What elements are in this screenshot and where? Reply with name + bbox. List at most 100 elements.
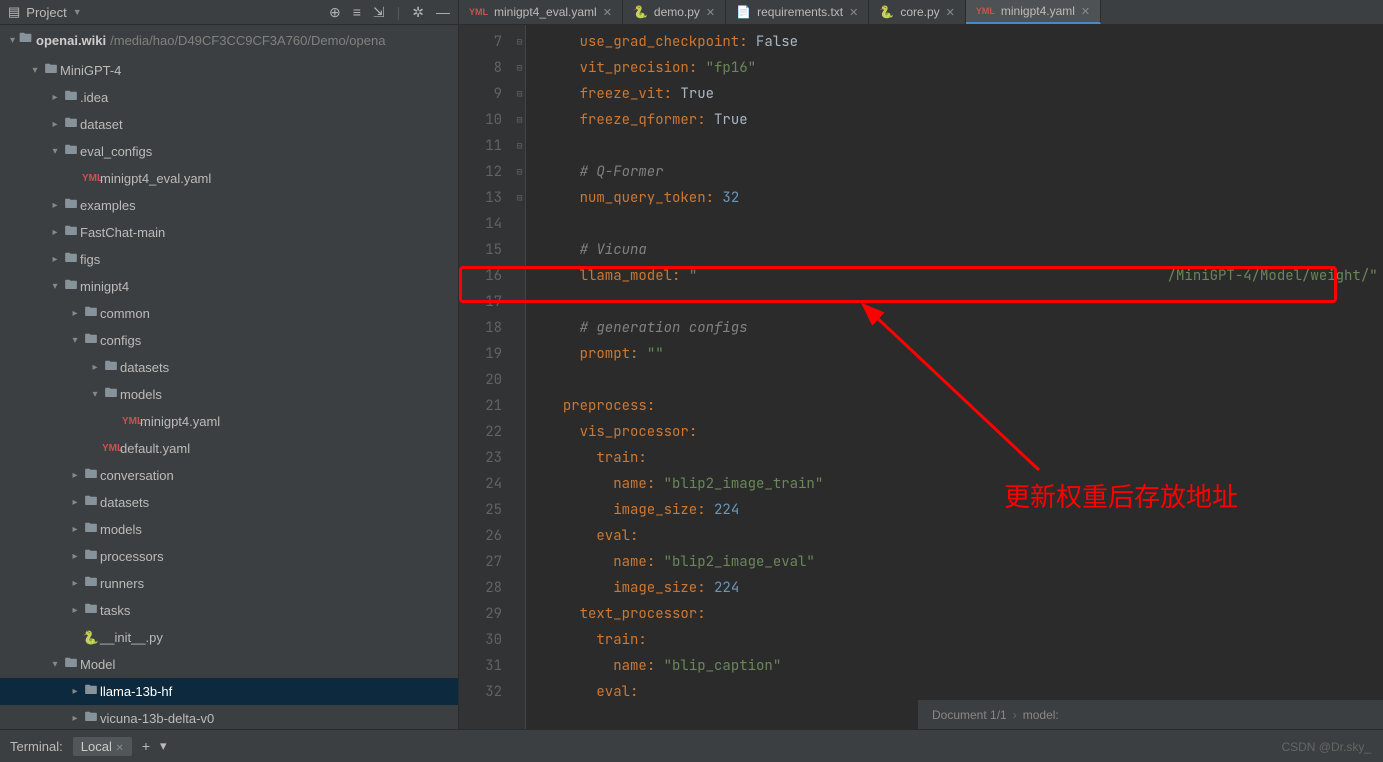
expand-arrow-icon[interactable]: ▸ [48, 254, 62, 265]
code-line[interactable]: train: [546, 627, 1383, 653]
tree-item[interactable]: ▾🖿eval_configs [0, 138, 458, 165]
tree-item[interactable]: ▾🖿Model [0, 651, 458, 678]
code-line[interactable]: # generation configs [546, 315, 1383, 341]
code-line[interactable]: name: "blip2_image_train" [546, 471, 1383, 497]
tree-item[interactable]: ▸🖿figs [0, 246, 458, 273]
tree-item[interactable]: ▸🖿datasets [0, 354, 458, 381]
code-line[interactable]: name: "blip_caption" [546, 653, 1383, 679]
terminal-title[interactable]: Terminal: [10, 739, 63, 754]
expand-arrow-icon[interactable]: ▾ [28, 65, 42, 76]
code-line[interactable]: train: [546, 445, 1383, 471]
close-icon[interactable]: ✕ [603, 6, 612, 19]
code-line[interactable] [546, 367, 1383, 393]
code-line[interactable] [546, 133, 1383, 159]
code-line[interactable] [546, 289, 1383, 315]
chevron-down-icon[interactable]: ▾ [10, 35, 15, 46]
code-line[interactable]: freeze_qformer: True [546, 107, 1383, 133]
tree-item[interactable]: ▸🖿conversation [0, 462, 458, 489]
locate-icon[interactable]: ⊕ [329, 4, 341, 21]
expand-arrow-icon[interactable]: ▸ [48, 92, 62, 103]
editor-tab[interactable]: YMLminigpt4.yaml✕ [966, 0, 1101, 24]
code-line[interactable]: num_query_token: 32 [546, 185, 1383, 211]
code-line[interactable]: prompt: "" [546, 341, 1383, 367]
expand-arrow-icon[interactable]: ▸ [88, 362, 102, 373]
tree-item[interactable]: ▸🖿datasets [0, 489, 458, 516]
expand-icon[interactable]: ≡ [353, 4, 361, 20]
fold-gutter: ⊟⊟⊟⊟⊟⊟⊟ [514, 25, 526, 729]
tree-item-label: __init__.py [100, 630, 163, 645]
code-line[interactable]: image_size: 224 [546, 497, 1383, 523]
expand-arrow-icon[interactable]: ▾ [48, 659, 62, 670]
tree-item[interactable]: ▾🖿configs [0, 327, 458, 354]
expand-arrow-icon[interactable]: ▸ [48, 119, 62, 130]
tree-item[interactable]: ▾🖿minigpt4 [0, 273, 458, 300]
expand-arrow-icon[interactable]: ▸ [68, 686, 82, 697]
tree-item[interactable]: ▸🖿llama-13b-hf [0, 678, 458, 705]
tree-item[interactable]: ▾🖿MiniGPT-4 [0, 57, 458, 84]
status-crumb[interactable]: model: [1023, 708, 1059, 722]
code-line[interactable]: preprocess: [546, 393, 1383, 419]
expand-arrow-icon[interactable]: ▸ [68, 497, 82, 508]
tree-item[interactable]: ▸🖿tasks [0, 597, 458, 624]
breadcrumb-root[interactable]: openai.wiki [36, 33, 106, 48]
hide-icon[interactable]: — [436, 4, 450, 20]
tree-item[interactable]: ▸🖿processors [0, 543, 458, 570]
close-icon[interactable]: ✕ [706, 6, 715, 19]
tree-item[interactable]: ▸🖿examples [0, 192, 458, 219]
editor-tab[interactable]: 🐍core.py✕ [869, 0, 966, 24]
editor-tab[interactable]: 📄requirements.txt✕ [726, 0, 869, 24]
close-icon[interactable]: ✕ [946, 6, 955, 19]
code-line[interactable]: # Q-Former [546, 159, 1383, 185]
code-line[interactable]: # Vicuna [546, 237, 1383, 263]
expand-arrow-icon[interactable]: ▸ [68, 308, 82, 319]
tree-item[interactable]: YMLminigpt4_eval.yaml [0, 165, 458, 192]
tree-item[interactable]: YMLdefault.yaml [0, 435, 458, 462]
code-line[interactable]: image_size: 224 [546, 575, 1383, 601]
close-icon[interactable]: ✕ [849, 6, 858, 19]
close-icon[interactable]: ✕ [1081, 5, 1090, 18]
tree-item-label: processors [100, 549, 164, 564]
expand-arrow-icon[interactable]: ▸ [68, 524, 82, 535]
terminal-tab-local[interactable]: Local ✕ [73, 737, 132, 756]
tree-item[interactable]: ▸🖿.idea [0, 84, 458, 111]
expand-arrow-icon[interactable]: ▾ [48, 281, 62, 292]
code-line[interactable]: text_processor: [546, 601, 1383, 627]
tree-item[interactable]: ▸🖿vicuna-13b-delta-v0 [0, 705, 458, 729]
tree-item[interactable]: ▸🖿models [0, 516, 458, 543]
expand-arrow-icon[interactable]: ▾ [88, 389, 102, 400]
code-line[interactable]: use_grad_checkpoint: False [546, 29, 1383, 55]
add-terminal-button[interactable]: + [142, 738, 150, 754]
expand-arrow-icon[interactable]: ▸ [68, 551, 82, 562]
editor-tab[interactable]: YMLminigpt4_eval.yaml✕ [459, 0, 623, 24]
expand-arrow-icon[interactable]: ▸ [48, 227, 62, 238]
code-line[interactable]: vit_precision: "fp16" [546, 55, 1383, 81]
code-content[interactable]: use_grad_checkpoint: False vit_precision… [526, 25, 1383, 729]
expand-arrow-icon[interactable]: ▸ [68, 605, 82, 616]
tree-item[interactable]: ▸🖿runners [0, 570, 458, 597]
code-line[interactable]: name: "blip2_image_eval" [546, 549, 1383, 575]
tree-item[interactable]: 🐍__init__.py [0, 624, 458, 651]
code-line[interactable]: llama_model: " /MiniGPT-4/Model/weight/" [546, 263, 1383, 289]
tree-item[interactable]: ▸🖿dataset [0, 111, 458, 138]
tree-item[interactable]: ▸🖿FastChat-main [0, 219, 458, 246]
code-line[interactable] [546, 211, 1383, 237]
expand-arrow-icon[interactable]: ▾ [48, 146, 62, 157]
tree-item[interactable]: ▸🖿common [0, 300, 458, 327]
expand-arrow-icon[interactable]: ▸ [68, 713, 82, 724]
code-line[interactable]: eval: [546, 523, 1383, 549]
expand-arrow-icon[interactable]: ▸ [68, 578, 82, 589]
code-line[interactable]: vis_processor: [546, 419, 1383, 445]
gear-icon[interactable]: ✲ [412, 4, 424, 21]
tree-item[interactable]: ▾🖿models [0, 381, 458, 408]
collapse-icon[interactable]: ⇲ [373, 4, 385, 21]
expand-arrow-icon[interactable]: ▸ [68, 470, 82, 481]
code-area[interactable]: 7891011121314151617181920212223242526272… [459, 25, 1383, 729]
terminal-more-icon[interactable]: ▾ [160, 738, 167, 754]
tree-item[interactable]: YMLminigpt4.yaml [0, 408, 458, 435]
code-line[interactable]: freeze_vit: True [546, 81, 1383, 107]
project-tool-button[interactable]: ▤ Project ▼ [8, 4, 82, 20]
expand-arrow-icon[interactable]: ▸ [48, 200, 62, 211]
editor-tab[interactable]: 🐍demo.py✕ [623, 0, 726, 24]
expand-arrow-icon[interactable]: ▾ [68, 335, 82, 346]
project-tree[interactable]: ▾🖿MiniGPT-4▸🖿.idea▸🖿dataset▾🖿eval_config… [0, 55, 458, 729]
